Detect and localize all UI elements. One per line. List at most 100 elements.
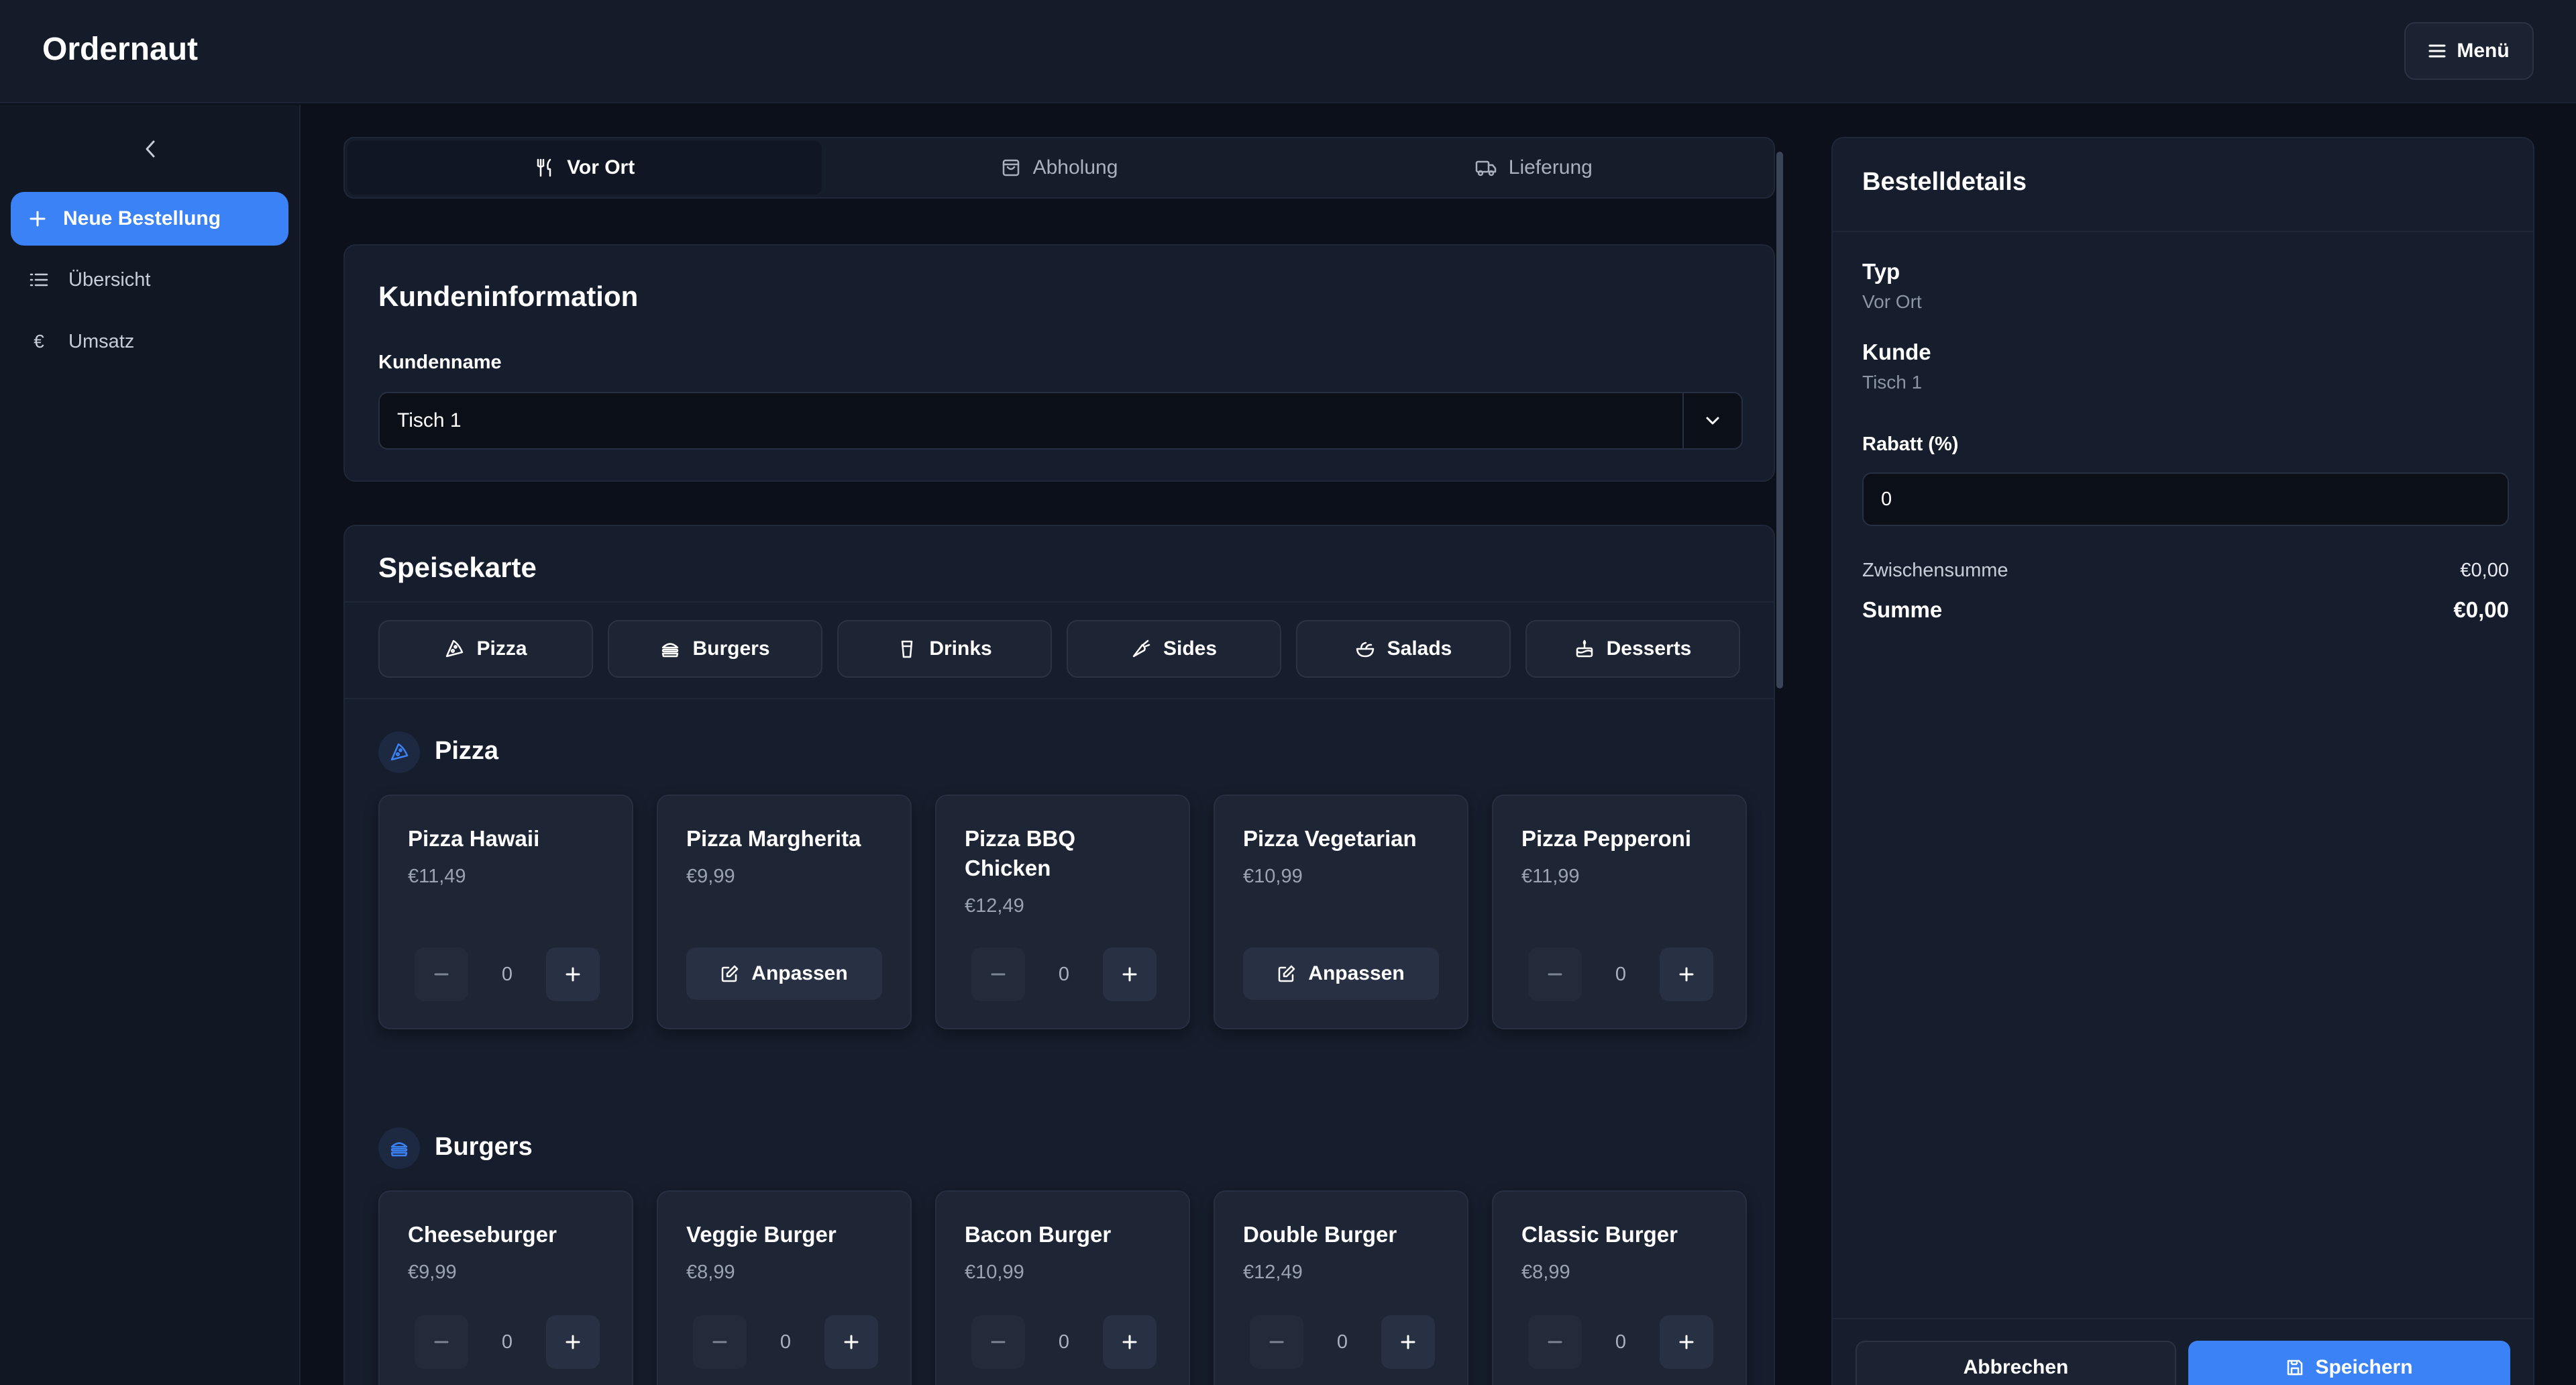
pizza-icon <box>446 639 464 658</box>
product-price: €8,99 <box>686 1262 735 1283</box>
increase-button[interactable] <box>1660 1315 1713 1369</box>
menu-button[interactable]: Menü <box>2404 22 2534 80</box>
cancel-button[interactable]: Abbrechen <box>1856 1341 2176 1385</box>
category-label: Desserts <box>1606 637 1692 660</box>
product-name: Pizza BBQ Chicken <box>965 826 1076 880</box>
plus-icon <box>1401 1335 1415 1349</box>
subtotal-label: Zwischensumme <box>1862 560 2008 581</box>
product-name: Bacon Burger <box>965 1222 1112 1247</box>
increase-button[interactable] <box>1103 947 1157 1001</box>
cake-icon <box>1576 639 1593 658</box>
plus-icon <box>1122 967 1137 982</box>
product-price: €10,99 <box>965 1262 1024 1283</box>
category-burgers-button[interactable]: Burgers <box>608 620 822 678</box>
customer-info-card: Kundeninformation Kundenname Tisch 1 <box>343 244 1775 482</box>
quantity-stepper: 0 <box>693 1315 878 1369</box>
customer-label: Kunde <box>1862 340 1931 364</box>
main-scrollbar-thumb[interactable] <box>1776 152 1783 688</box>
tab-pickup[interactable]: Abholung <box>822 141 1296 195</box>
order-type-label: Typ <box>1862 259 1900 284</box>
edit-icon <box>1279 965 1295 982</box>
increase-button[interactable] <box>1660 947 1713 1001</box>
increase-button[interactable] <box>546 947 600 1001</box>
save-button[interactable]: Speichern <box>2188 1341 2510 1385</box>
plus-icon <box>1679 967 1694 982</box>
increase-button[interactable] <box>824 1315 878 1369</box>
decrease-button[interactable] <box>1528 947 1582 1001</box>
pizza-icon <box>390 743 409 761</box>
decrease-button[interactable] <box>1528 1315 1582 1369</box>
quantity-value: 0 <box>1615 963 1627 985</box>
new-order-label: Neue Bestellung <box>63 207 221 229</box>
menu-card: Speisekarte Pizza Burgers Drinks Sides S… <box>343 525 1775 1385</box>
quantity-value: 0 <box>501 1331 513 1353</box>
sidebar-item-overview[interactable]: Übersicht <box>11 256 288 303</box>
quantity-value: 0 <box>1058 963 1070 985</box>
quantity-stepper: 0 <box>971 1315 1157 1369</box>
menu-title: Speisekarte <box>378 552 537 583</box>
decrease-button[interactable] <box>1250 1315 1303 1369</box>
quantity-stepper: 0 <box>1250 1315 1435 1369</box>
category-sides-button[interactable]: Sides <box>1067 620 1281 678</box>
customize-button[interactable]: Anpassen <box>686 947 882 1000</box>
minus-icon <box>1548 1341 1562 1343</box>
quantity-value: 0 <box>1615 1331 1627 1353</box>
decrease-button[interactable] <box>415 947 468 1001</box>
total-row: Summe €0,00 <box>1862 597 2509 623</box>
increase-button[interactable] <box>1381 1315 1435 1369</box>
customer-name-select[interactable]: Tisch 1 <box>378 392 1743 450</box>
customer-select-toggle[interactable] <box>1682 393 1741 448</box>
collapse-sidebar-button[interactable] <box>136 134 165 164</box>
burgers-section-badge <box>378 1127 420 1169</box>
cancel-label: Abbrechen <box>1963 1356 2069 1378</box>
category-salads-button[interactable]: Salads <box>1296 620 1511 678</box>
product-price: €12,49 <box>1243 1262 1303 1283</box>
product-card-pizza-margherita: Pizza Margherita €9,99 Anpassen <box>657 794 912 1029</box>
discount-input[interactable]: 0 <box>1862 472 2509 526</box>
quantity-stepper: 0 <box>971 947 1157 1001</box>
sidebar-item-label: Umsatz <box>68 330 135 352</box>
cup-icon <box>902 640 913 658</box>
increase-button[interactable] <box>546 1315 600 1369</box>
divider <box>345 698 1774 699</box>
product-price: €11,49 <box>408 866 466 887</box>
quantity-value: 0 <box>1336 1331 1348 1353</box>
divider <box>345 601 1774 603</box>
sidebar-item-revenue[interactable]: € Umsatz <box>11 318 288 365</box>
customize-label: Anpassen <box>751 962 848 984</box>
decrease-button[interactable] <box>971 1315 1025 1369</box>
new-order-button[interactable]: Neue Bestellung <box>11 192 288 246</box>
product-card-double-burger: Double Burger €12,49 0 <box>1214 1190 1468 1385</box>
decrease-button[interactable] <box>693 1315 747 1369</box>
minus-icon <box>434 1341 449 1343</box>
tab-delivery[interactable]: Lieferung <box>1297 141 1771 195</box>
plus-icon <box>566 967 580 982</box>
utensils-icon <box>537 158 551 177</box>
minus-icon <box>991 1341 1006 1343</box>
truck-icon <box>1475 160 1497 176</box>
category-label: Pizza <box>476 637 527 660</box>
chevron-left-icon <box>146 140 155 158</box>
decrease-button[interactable] <box>415 1315 468 1369</box>
minus-icon <box>991 973 1006 976</box>
category-drinks-button[interactable]: Drinks <box>837 620 1052 678</box>
app-title: Ordernaut <box>42 32 199 67</box>
subtotal-row: Zwischensumme €0,00 <box>1862 560 2509 582</box>
product-card-cheeseburger: Cheeseburger €9,99 0 <box>378 1190 633 1385</box>
plus-icon <box>1122 1335 1137 1349</box>
category-label: Sides <box>1163 637 1218 660</box>
plus-icon <box>844 1335 859 1349</box>
total-label: Summe <box>1862 597 1943 622</box>
section-title-pizza: Pizza <box>435 737 499 765</box>
decrease-button[interactable] <box>971 947 1025 1001</box>
minus-icon <box>1548 973 1562 976</box>
tab-dine-in[interactable]: Vor Ort <box>347 141 822 195</box>
increase-button[interactable] <box>1103 1315 1157 1369</box>
category-pizza-button[interactable]: Pizza <box>378 620 593 678</box>
quantity-stepper: 0 <box>1528 1315 1713 1369</box>
customize-button[interactable]: Anpassen <box>1243 947 1439 1000</box>
app-root: Ordernaut Menü Neue Bestellung Übersicht… <box>0 0 2576 1385</box>
category-desserts-button[interactable]: Desserts <box>1525 620 1740 678</box>
minus-icon <box>434 973 449 976</box>
product-name: Pizza Margherita <box>686 826 861 851</box>
